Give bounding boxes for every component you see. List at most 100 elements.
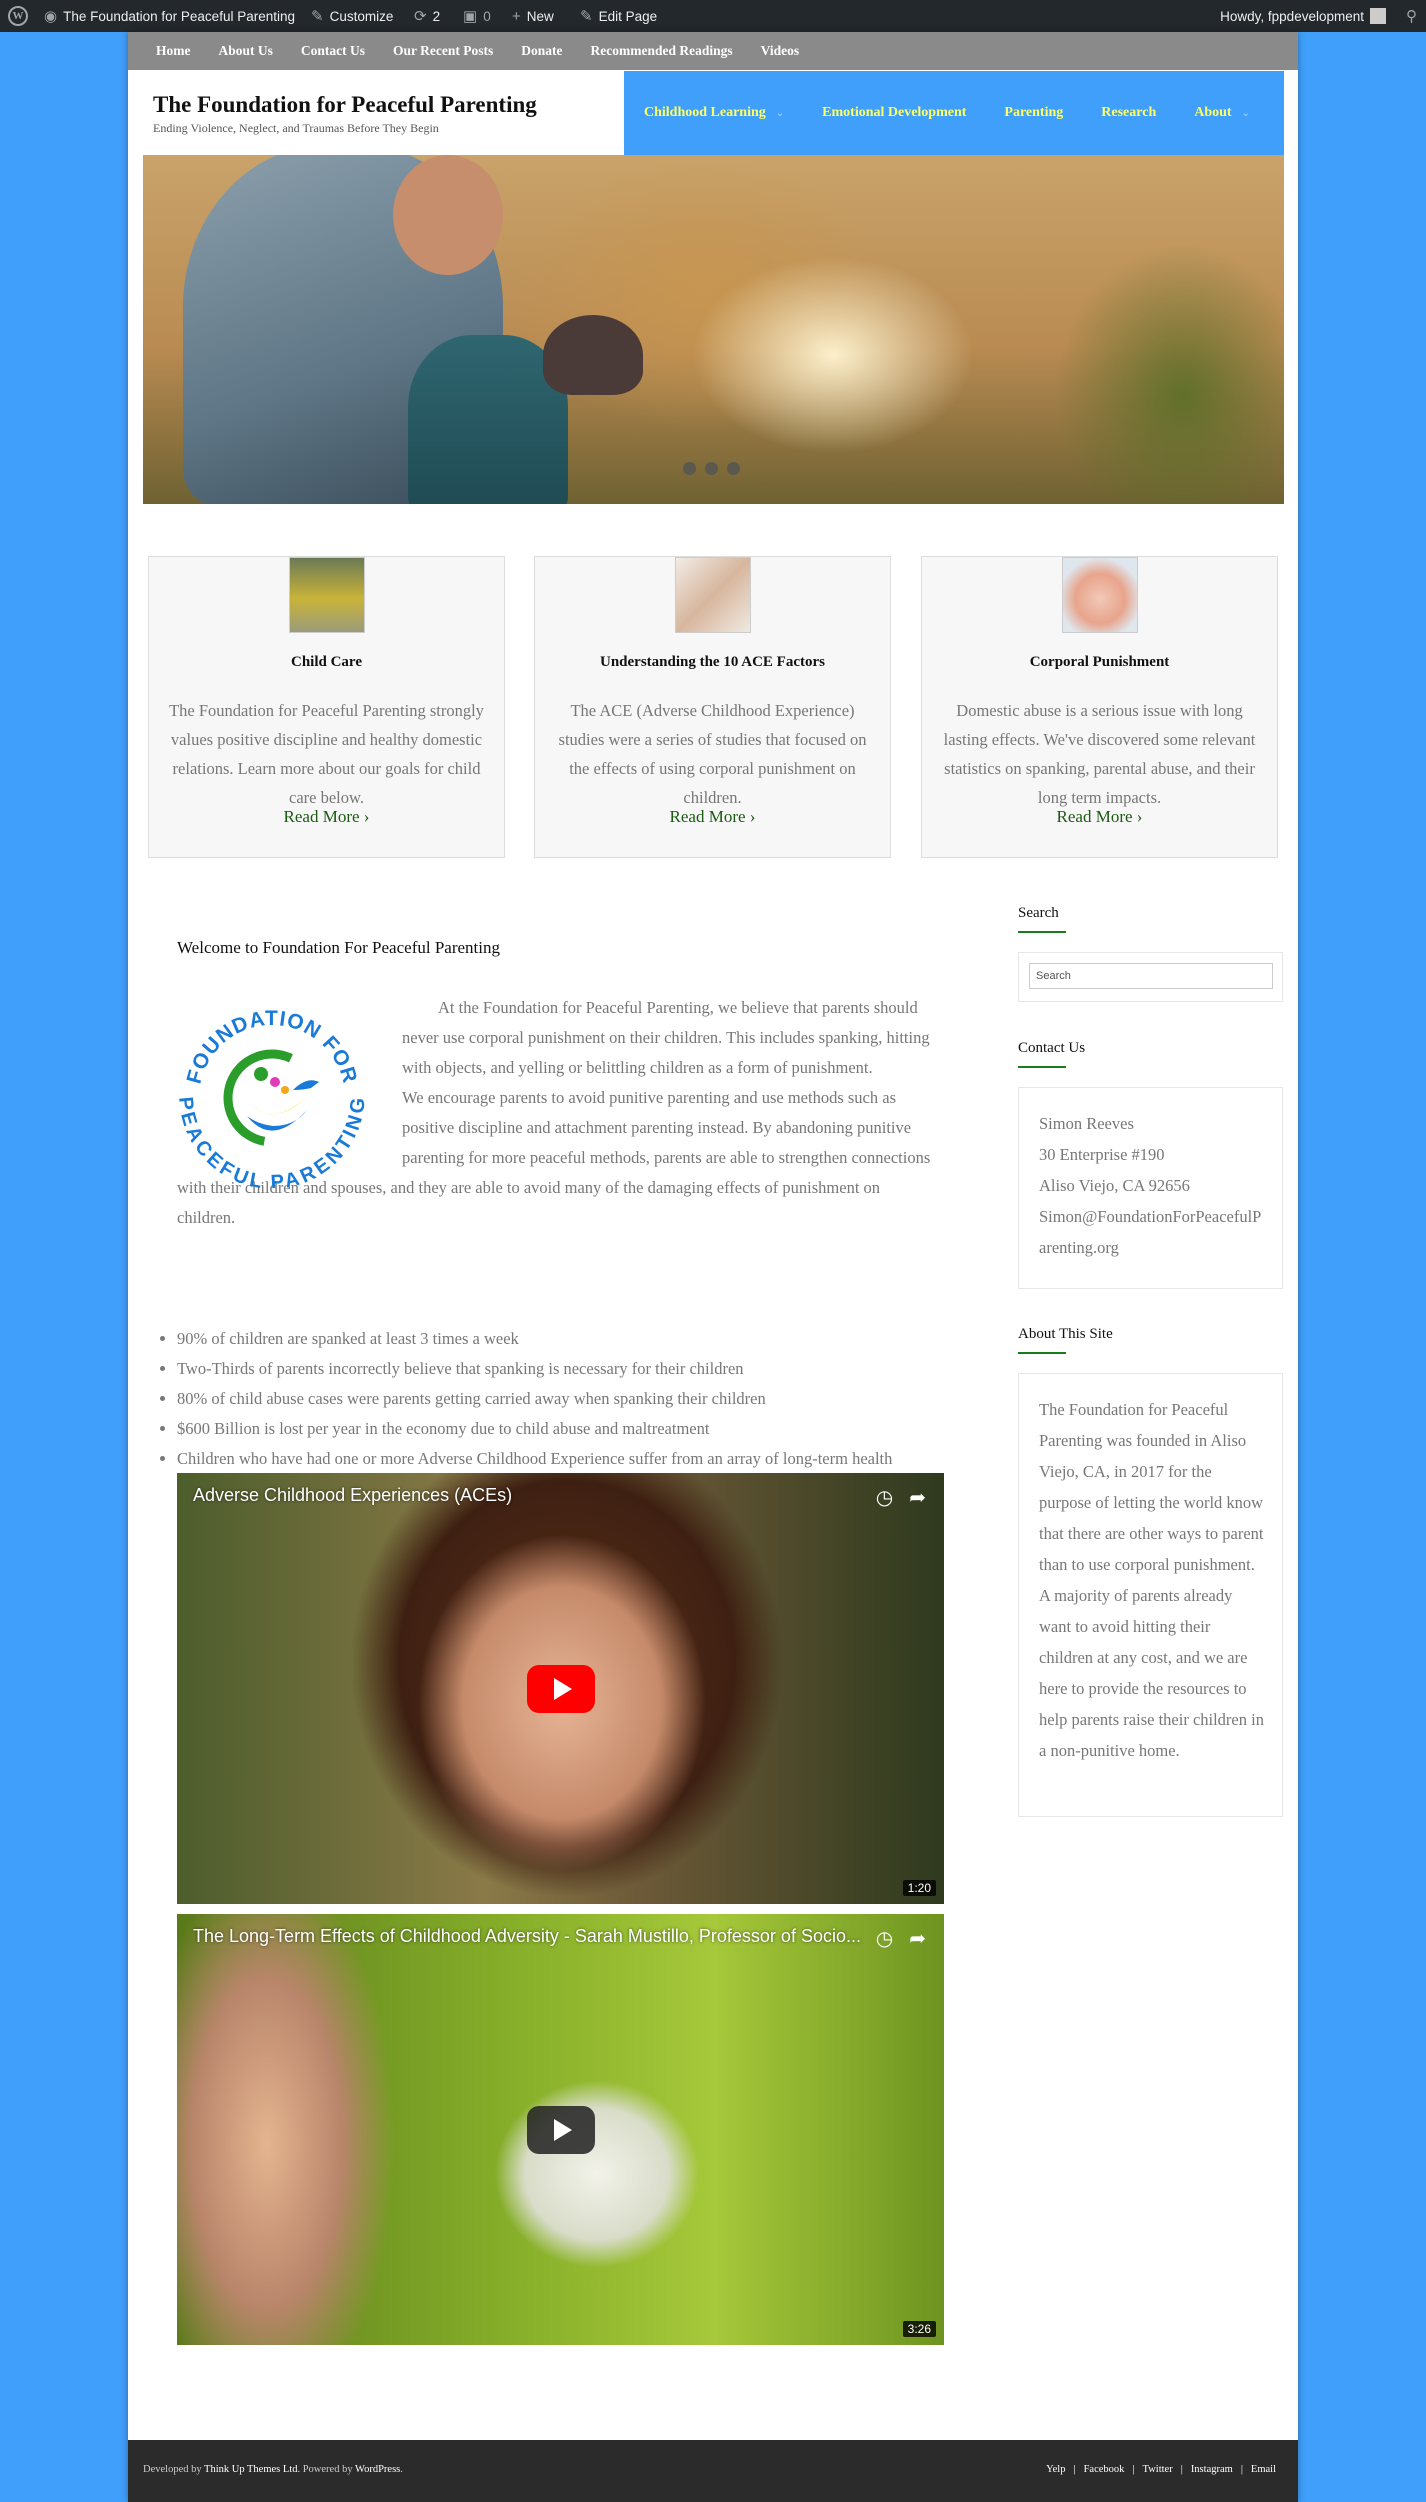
edit-page-link[interactable]: ✎ Edit Page <box>580 0 657 32</box>
watch-later-icon[interactable]: ◷ <box>876 1926 893 1950</box>
site-name-link[interactable]: ◉ The Foundation for Peaceful Parenting <box>44 0 295 32</box>
search-icon: ⚲ <box>1406 7 1417 25</box>
updates-icon: ⟳ <box>414 7 427 25</box>
site-footer: Developed by Think Up Themes Ltd. Powere… <box>128 2440 1298 2502</box>
about-widget: The Foundation for Peaceful Parenting wa… <box>1018 1373 1283 1817</box>
feature-title: Corporal Punishment <box>1029 654 1170 670</box>
plus-icon: + <box>512 7 521 25</box>
video-duration: 3:26 <box>902 2321 936 2337</box>
site-tagline: Ending Violence, Neglect, and Traumas Be… <box>153 121 439 135</box>
watch-later-icon[interactable]: ◷ <box>876 1485 893 1509</box>
about-widget-title: About This Site <box>1018 1326 1113 1342</box>
read-more-link[interactable]: Read More › <box>149 807 504 827</box>
widget-underline <box>1018 1066 1066 1068</box>
feature-text: The Foundation for Peaceful Parenting st… <box>169 701 484 807</box>
footer-link-facebook[interactable]: Facebook <box>1084 2464 1125 2475</box>
feature-image[interactable] <box>674 557 751 633</box>
svg-text:PEACEFUL PARENTING: PEACEFUL PARENTING <box>177 1096 367 1188</box>
contact-widget-title: Contact Us <box>1018 1040 1086 1056</box>
footer-link-instagram[interactable]: Instagram <box>1191 2464 1233 2475</box>
logo-text-top: FOUNDATION FOR <box>183 1007 361 1086</box>
wordpress-icon: W <box>8 6 28 26</box>
search-widget-title: Search <box>1018 905 1059 921</box>
main-nav-emotional-development[interactable]: Emotional Development <box>822 105 966 121</box>
youtube-play-button[interactable] <box>526 2105 595 2154</box>
slide-photo-helmet <box>543 315 643 395</box>
search-input[interactable]: Search <box>1029 963 1273 989</box>
video-player-longterm-effects[interactable]: The Long-Term Effects of Childhood Adver… <box>177 1914 944 2345</box>
admin-search-button[interactable]: ⚲ <box>1406 0 1417 32</box>
brush-icon: ✎ <box>311 7 324 25</box>
feature-image[interactable] <box>288 557 365 633</box>
top-nav-contact-us[interactable]: Contact Us <box>287 32 379 70</box>
wordpress-logo-button[interactable]: W <box>8 0 28 32</box>
main-nav-childhood-learning[interactable]: Childhood Learning ⌄ <box>644 105 784 121</box>
feature-title: Understanding the 10 ACE Factors <box>599 654 825 670</box>
svg-text:FOUNDATION FOR: FOUNDATION FOR <box>183 1007 362 1086</box>
customize-link[interactable]: ✎ Customize <box>311 0 393 32</box>
slider-dot-2[interactable] <box>705 462 718 475</box>
feature-ace-factors: Understanding the 10 ACE Factors The ACE… <box>534 556 891 858</box>
list-item: $600 Billion is lost per year in the eco… <box>177 1414 935 1444</box>
top-navigation: Home About Us Contact Us Our Recent Post… <box>128 32 1298 70</box>
widget-underline <box>1018 931 1066 933</box>
slider-pagination <box>683 462 740 475</box>
feature-child-care: Child Care The Foundation for Peaceful P… <box>148 556 505 858</box>
updates-link[interactable]: ⟳ 2 <box>414 0 440 32</box>
main-nav-research[interactable]: Research <box>1101 105 1156 121</box>
wordpress-link[interactable]: WordPress <box>355 2464 400 2475</box>
footer-link-twitter[interactable]: Twitter <box>1143 2464 1173 2475</box>
main-nav-about[interactable]: About ⌄ <box>1194 105 1250 121</box>
feature-image[interactable] <box>1061 557 1138 633</box>
video-title[interactable]: Adverse Childhood Experiences (ACEs) <box>193 1485 512 1506</box>
slider-dot-3[interactable] <box>727 462 740 475</box>
logo-text-bottom: PEACEFUL PARENTING <box>177 1096 367 1188</box>
video-title[interactable]: The Long-Term Effects of Childhood Adver… <box>193 1926 861 1947</box>
site-title[interactable]: The Foundation for Peaceful Parenting <box>153 92 537 118</box>
contact-email[interactable]: Simon@FoundationForPeacefulParenting.org <box>1039 1201 1268 1263</box>
foundation-logo: FOUNDATION FOR PEACEFUL PARENTING <box>177 1007 367 1188</box>
chevron-right-icon: › <box>749 807 756 826</box>
page-container: Home About Us Contact Us Our Recent Post… <box>128 32 1298 2502</box>
footer-credits: Developed by Think Up Themes Ltd. Powere… <box>143 2464 403 2475</box>
footer-social-links: Yelp | Facebook | Twitter | Instagram | Emai… <box>1046 2464 1276 2475</box>
list-item: 90% of children are spanked at least 3 t… <box>177 1324 935 1354</box>
about-text: The Foundation for Peaceful Parenting wa… <box>1039 1400 1264 1760</box>
hero-slider[interactable] <box>143 155 1284 504</box>
comments-link[interactable]: ▣ 0 <box>463 0 491 32</box>
chevron-right-icon: › <box>363 807 370 826</box>
slider-dot-1[interactable] <box>683 462 696 475</box>
top-nav-videos[interactable]: Videos <box>747 32 814 70</box>
share-icon[interactable]: ➦ <box>909 1926 926 1950</box>
chevron-down-icon: ⌄ <box>1241 108 1250 119</box>
top-nav-recommended-readings[interactable]: Recommended Readings <box>577 32 747 70</box>
footer-link-email[interactable]: Email <box>1251 2464 1276 2475</box>
developer-link[interactable]: Think Up Themes Ltd <box>204 2464 297 2475</box>
welcome-heading: Welcome to Foundation For Peaceful Paren… <box>177 938 500 957</box>
top-nav-home[interactable]: Home <box>142 32 205 70</box>
footer-link-yelp[interactable]: Yelp <box>1046 2464 1065 2475</box>
list-item: 80% of child abuse cases were parents ge… <box>177 1384 935 1414</box>
main-nav-parenting[interactable]: Parenting <box>1004 105 1063 121</box>
widget-underline <box>1018 1352 1066 1354</box>
avatar <box>1370 8 1386 24</box>
main-nav-list: Childhood Learning ⌄ Emotional Developmen… <box>624 71 1284 155</box>
contact-name: Simon Reeves <box>1039 1114 1134 1133</box>
youtube-play-button[interactable] <box>526 1664 595 1713</box>
pencil-icon: ✎ <box>580 7 593 25</box>
video-player-aces[interactable]: Adverse Childhood Experiences (ACEs) ◷ ➦ … <box>177 1473 944 1904</box>
play-icon <box>553 2118 572 2141</box>
contact-details: Simon Reeves 30 Enterprise #190 Aliso Vi… <box>1039 1108 1268 1263</box>
feature-text: Domestic abuse is a serious issue with l… <box>943 701 1256 807</box>
read-more-link[interactable]: Read More › <box>922 807 1277 827</box>
share-icon[interactable]: ➦ <box>909 1485 926 1509</box>
account-menu[interactable]: Howdy, fppdevelopment <box>1220 0 1386 32</box>
slide-photo-father-head <box>393 155 503 275</box>
read-more-link[interactable]: Read More › <box>535 807 890 827</box>
top-nav-about-us[interactable]: About Us <box>205 32 287 70</box>
top-nav-list: Home About Us Contact Us Our Recent Post… <box>142 32 813 70</box>
new-content-link[interactable]: + New <box>512 0 554 32</box>
top-nav-donate[interactable]: Donate <box>507 32 576 70</box>
main-navigation: Childhood Learning ⌄ Emotional Developmen… <box>624 71 1284 155</box>
top-nav-recent-posts[interactable]: Our Recent Posts <box>379 32 507 70</box>
